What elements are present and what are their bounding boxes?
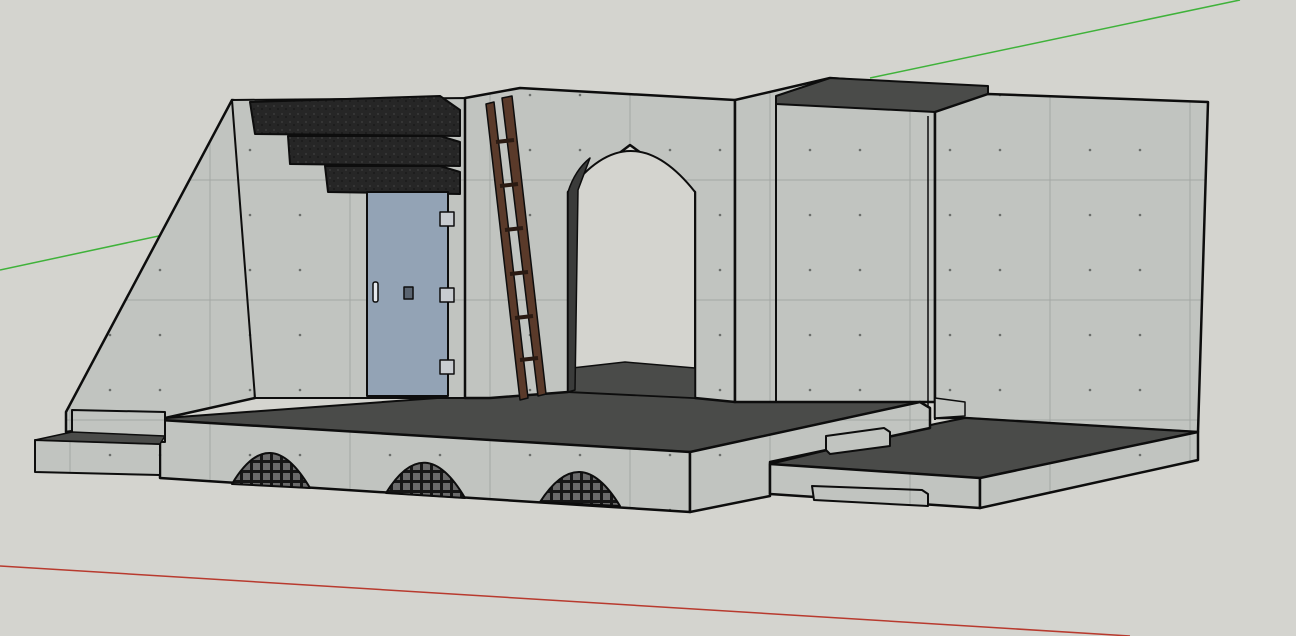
- archway-opening: [567, 150, 696, 399]
- far-right-wall: [933, 92, 1210, 434]
- ladder-rung: [509, 270, 529, 276]
- arch-inner-floor: [571, 361, 696, 399]
- door-handle[interactable]: [372, 281, 379, 303]
- right-corner-step: [934, 397, 966, 419]
- bunker-model[interactable]: [34, 76, 1210, 514]
- ladder-rung: [495, 138, 515, 144]
- stone-block-middle: [287, 135, 461, 167]
- red-axis-line: [0, 565, 1131, 636]
- 3d-viewport[interactable]: [0, 0, 1296, 636]
- door-hinge-top: [439, 211, 455, 227]
- green-axis-line-far: [869, 0, 1241, 79]
- door-hinge-bottom: [439, 359, 455, 375]
- ladder-rung: [519, 356, 539, 362]
- small-step-lower: [811, 485, 929, 507]
- right-back-wall: [733, 76, 937, 404]
- stone-block-top: [249, 95, 461, 137]
- left-slope-wall: [64, 98, 257, 434]
- stone-block-bottom: [324, 165, 461, 195]
- door-hinge-middle: [439, 287, 455, 303]
- ladder-rung: [504, 226, 524, 232]
- door-lock: [403, 286, 414, 300]
- ladder-rung: [499, 182, 519, 188]
- ladder-rung: [514, 314, 534, 320]
- green-axis-line: [0, 233, 169, 271]
- left-step-lower: [34, 439, 161, 476]
